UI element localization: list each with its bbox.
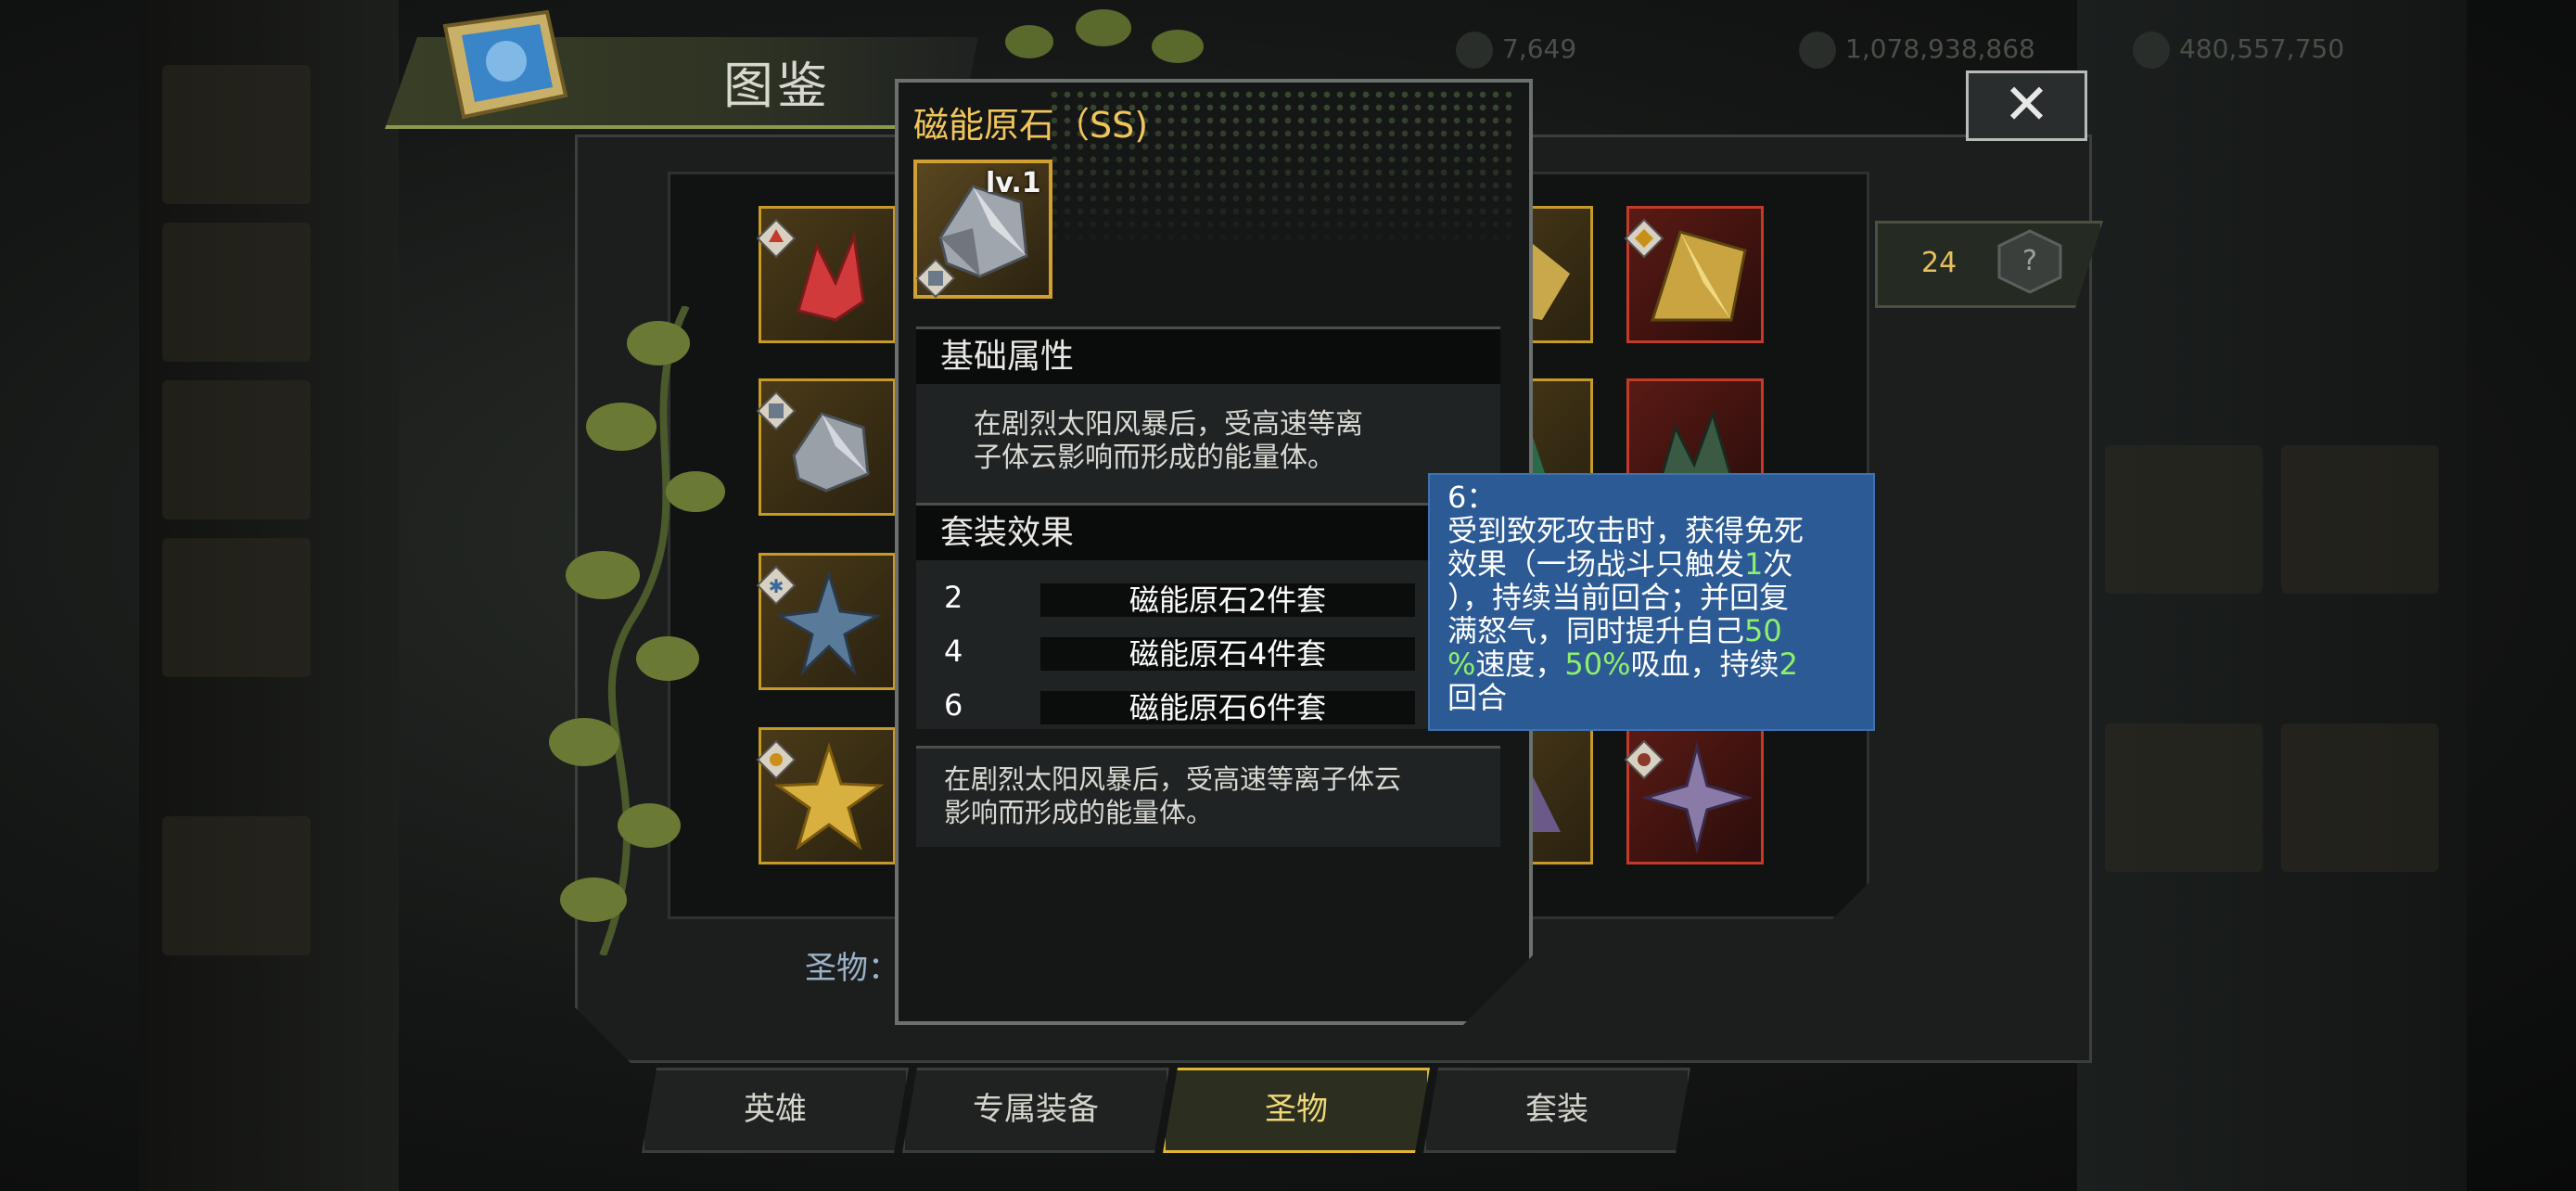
relic-slot[interactable] [1624, 727, 1764, 864]
vine-decoration [549, 306, 725, 955]
resource-energy: 7,649 [1456, 32, 1576, 74]
set-count: 6 [944, 687, 963, 723]
relic-slot[interactable] [756, 206, 896, 343]
tab-exclusive-gear[interactable]: 专属装备 [902, 1068, 1169, 1153]
base-description-line: 在剧烈太阳风暴后，受高速等离 [974, 408, 1363, 441]
relic-slot[interactable]: ✱ [756, 553, 896, 690]
section-header-base: 基础属性 [916, 327, 1500, 384]
set-effect-row[interactable]: 2 磁能原石2件套 [944, 580, 1417, 617]
set-name: 磁能原石4件套 [1040, 637, 1415, 671]
shield-badge-icon [915, 258, 956, 299]
lore-line: 影响而形成的能量体。 [944, 797, 1214, 828]
coin-icon [1799, 32, 1836, 69]
resource-coins: 1,078,938,868 [1799, 32, 2035, 74]
background-item [162, 65, 311, 204]
diamond-badge-icon [1624, 218, 1664, 259]
shield-badge-icon [756, 391, 797, 431]
background-item [2105, 445, 2263, 594]
relic-slot[interactable] [756, 378, 896, 516]
set-count: 2 [944, 580, 963, 615]
mystery-box-icon[interactable]: ? [1994, 227, 2066, 294]
tab-heroes[interactable]: 英雄 [642, 1068, 909, 1153]
collection-count: 24 [1921, 247, 1958, 279]
relic-title: 磁能原石（SS) [913, 105, 1149, 146]
tooltip-line: 受到致死攻击时，获得免死 [1447, 513, 1804, 548]
set-effect-row[interactable]: 4 磁能原石4件套 [944, 634, 1417, 671]
tooltip-line: 满怒气，同时提升自己50 [1447, 613, 1782, 648]
background-item [2105, 724, 2263, 872]
background-item [162, 223, 311, 362]
set-name: 磁能原石6件套 [1040, 691, 1415, 724]
tooltip-line: 6： [1447, 480, 1497, 515]
relic-slot[interactable] [1624, 206, 1764, 343]
background-item [162, 816, 311, 955]
close-button[interactable]: ✕ [1966, 70, 2087, 141]
svg-text:✱: ✱ [769, 575, 784, 597]
codex-book-icon [442, 9, 568, 120]
background-right-panel [2077, 0, 2467, 1191]
base-description-line: 子体云影响而形成的能量体。 [974, 442, 1335, 474]
background-left-list [139, 0, 399, 1191]
snowflake-badge-icon: ✱ [756, 565, 797, 606]
tooltip-line: %速度，50%吸血，持续2 [1447, 647, 1798, 682]
relic-level: lv.1 [986, 167, 1041, 199]
collection-counter [1875, 221, 2103, 308]
tooltip-highlight: % [1447, 647, 1476, 682]
vine-decoration [1005, 9, 1204, 63]
sun-badge-icon [1624, 739, 1664, 780]
resource-gems: 480,557,750 [2133, 32, 2344, 74]
set-effect-row[interactable]: 6 磁能原石6件套 [944, 687, 1417, 724]
codex-title: 图鉴 [723, 57, 831, 115]
relic-footer-label: 圣物： [805, 950, 899, 987]
background-item [162, 538, 311, 677]
wing-badge-icon [756, 218, 797, 259]
set-name: 磁能原石2件套 [1040, 583, 1415, 617]
tooltip-line: ），持续当前回合；并回复 [1447, 580, 1790, 615]
svg-text:?: ? [2022, 245, 2037, 277]
gem-icon [2133, 32, 2170, 69]
background-item [162, 380, 311, 519]
tab-relics[interactable]: 圣物 [1163, 1068, 1430, 1153]
tooltip-highlight: 50 [1744, 613, 1782, 648]
energy-icon [1456, 32, 1493, 69]
tooltip-line: 回合 [1447, 680, 1508, 715]
tooltip-highlight: 50% [1564, 647, 1631, 682]
tooltip-highlight: 1 [1744, 546, 1764, 582]
sun-badge-icon [756, 739, 797, 780]
background-item [2281, 724, 2439, 872]
tooltip-text: 6： 受到致死攻击时，获得免死 效果（一场战斗只触发1次 ），持续当前回合；并回… [1447, 480, 1865, 714]
lore-line: 在剧烈太阳风暴后，受高速等离子体云 [944, 763, 1402, 795]
tooltip-line: 效果（一场战斗只触发1次 [1447, 546, 1793, 582]
tooltip-highlight: 2 [1779, 647, 1798, 682]
section-header-set: 套装效果 [916, 503, 1500, 560]
relic-slot[interactable] [756, 727, 896, 864]
background-item [2281, 445, 2439, 594]
tab-sets[interactable]: 套装 [1423, 1068, 1690, 1153]
set-count: 4 [944, 634, 963, 669]
